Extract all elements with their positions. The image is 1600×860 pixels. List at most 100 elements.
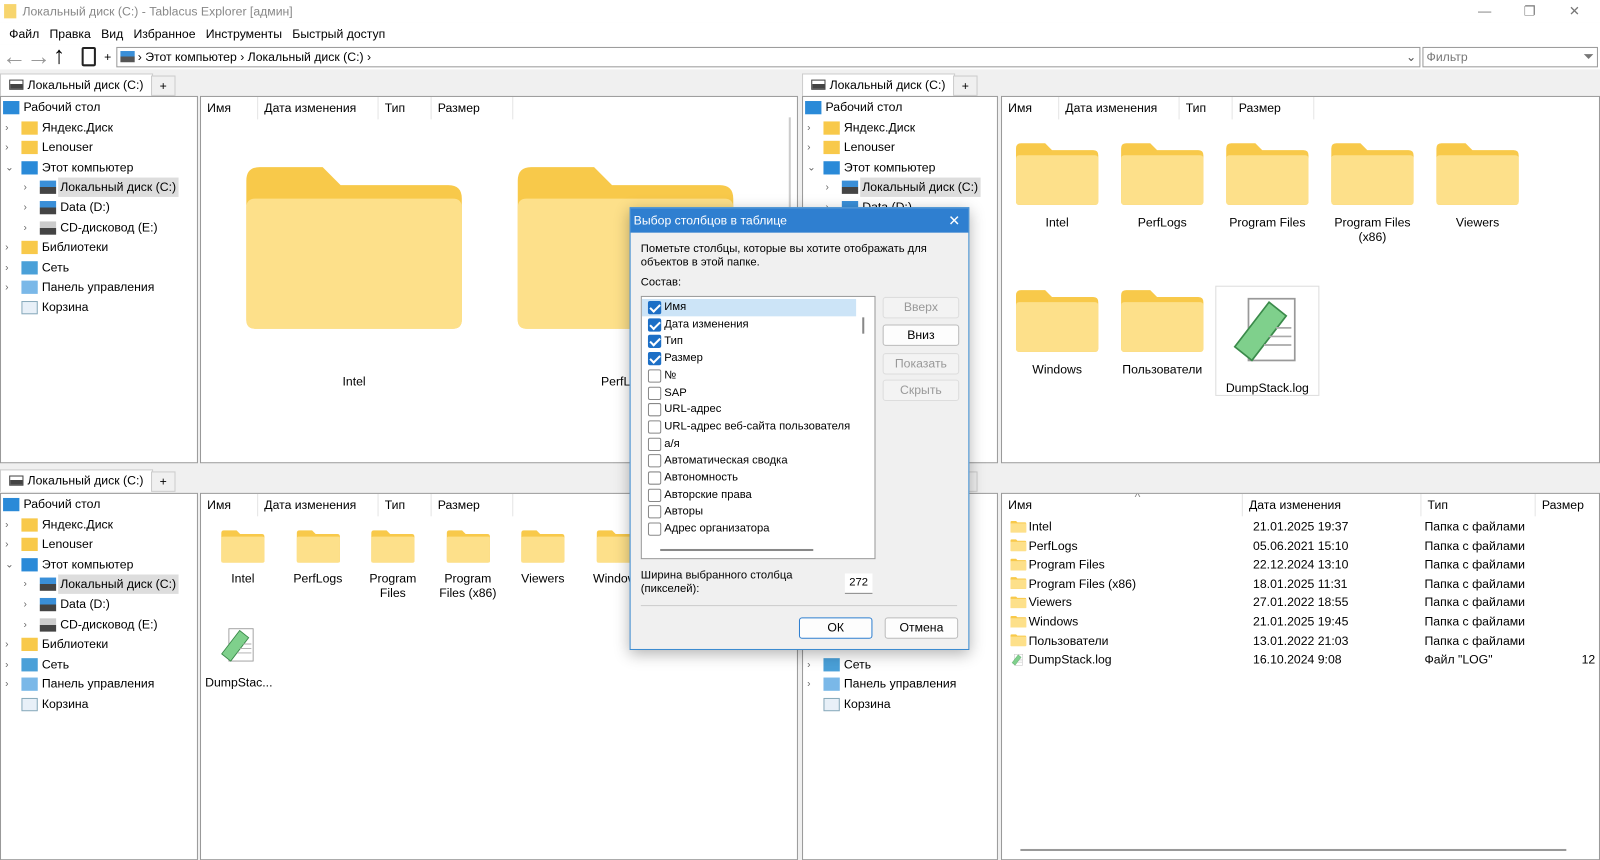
file-item[interactable]: PerfLogs (284, 529, 351, 586)
column-option[interactable]: № (642, 367, 856, 384)
expand-icon[interactable]: › (5, 635, 15, 654)
expand-icon[interactable]: › (5, 655, 15, 674)
expand-icon[interactable]: › (23, 575, 33, 594)
table-row[interactable]: PerfLogs 05.06.2021 15:10 Папка с файлами (1002, 536, 1599, 555)
column-option[interactable]: Тип (642, 333, 856, 350)
file-item[interactable]: DumpStack.log (1215, 285, 1320, 396)
table-row[interactable]: Viewers 27.01.2022 18:55 Папка с файлами (1002, 593, 1599, 612)
checkbox[interactable] (647, 437, 662, 451)
file-item[interactable]: Program Files (x86) (434, 529, 501, 600)
expand-icon[interactable]: › (5, 278, 15, 297)
column-header-3[interactable]: Размер (1233, 96, 1315, 120)
column-header-3[interactable]: Размер (432, 493, 514, 517)
column-header-2[interactable]: Тип (1180, 96, 1233, 120)
ok-button[interactable]: ОК (798, 617, 873, 639)
column-header-3[interactable]: Размер (1536, 494, 1599, 516)
add-button[interactable]: + (104, 50, 111, 64)
up-button[interactable]: ↑ (53, 42, 65, 71)
checkbox[interactable] (647, 471, 662, 485)
folder-tree[interactable]: Рабочий стол › Яндекс.Диск › Lenouser ⌄ Этот к… (0, 492, 198, 860)
file-item[interactable]: Program Files (x86) (1321, 140, 1423, 243)
checkbox[interactable] (647, 352, 662, 366)
column-option[interactable]: Автономность (642, 469, 856, 486)
expand-icon[interactable]: › (5, 675, 15, 694)
file-item[interactable]: Пользователи (1111, 287, 1213, 376)
tab-local-disk-c[interactable]: Локальный диск (C:) (802, 73, 955, 96)
column-header-1[interactable]: Дата изменения (258, 493, 379, 517)
column-header-2[interactable]: Тип (1421, 493, 1536, 517)
forward-button[interactable]: → (27, 43, 51, 72)
checkbox[interactable] (647, 488, 662, 502)
column-header-1[interactable]: Дата изменения (258, 96, 379, 120)
column-option[interactable]: Авторы (642, 503, 856, 520)
table-row[interactable]: Intel 21.01.2025 19:37 Папка с файлами (1002, 517, 1599, 536)
new-tab-button[interactable]: + (151, 75, 176, 96)
width-input[interactable]: 272 (844, 573, 873, 594)
column-header-0[interactable]: Имя (201, 493, 259, 517)
checkbox[interactable] (647, 403, 662, 417)
checkbox[interactable] (647, 318, 662, 332)
horizontal-scrollbar-thumb[interactable] (660, 548, 814, 552)
file-item[interactable]: Intel (209, 529, 276, 586)
file-view[interactable]: Имя Дата изменения Тип Размер Intel PerfLogs P… (1001, 95, 1600, 464)
expand-icon[interactable]: › (807, 118, 817, 137)
menu-item-3[interactable]: Избранное (128, 22, 200, 44)
filter-icon[interactable]: ⏷ (1583, 48, 1594, 66)
file-item[interactable]: Program Files (359, 529, 426, 600)
columns-list[interactable]: Имя Дата изменения Тип Размер № SAP URL-адрес U… (640, 295, 876, 560)
checkbox[interactable] (647, 454, 662, 468)
move-up-button[interactable]: Вверх (882, 296, 960, 319)
vertical-scrollbar-thumb[interactable] (862, 317, 865, 334)
table-row[interactable]: Пользователи 13.01.2022 21:03 Папка с файл… (1002, 631, 1599, 650)
file-item[interactable]: Windows (1006, 287, 1108, 376)
table-row[interactable]: DumpStack.log 16.10.2024 9:08 Файл "LOG" 12… (1002, 650, 1599, 669)
new-tab-button[interactable]: + (151, 471, 176, 492)
checkbox[interactable] (647, 505, 662, 519)
column-header-3[interactable]: Размер (432, 96, 514, 120)
folder-tree[interactable]: Рабочий стол › Яндекс.Диск › Lenouser ⌄ Этот к… (0, 95, 198, 464)
file-item[interactable]: Program Files (1216, 140, 1318, 229)
checkbox[interactable] (647, 369, 662, 383)
move-down-button[interactable]: Вниз (882, 324, 960, 346)
hide-button[interactable]: Скрыть (882, 379, 960, 402)
expand-icon[interactable]: › (23, 198, 33, 217)
expand-icon[interactable]: ⌄ (5, 555, 15, 574)
expand-icon[interactable]: › (5, 515, 15, 534)
file-item[interactable]: PerfLogs (1111, 140, 1213, 229)
column-option[interactable]: Адрес организатора (642, 520, 856, 537)
expand-icon[interactable]: › (5, 138, 15, 157)
details-view[interactable]: Имя Дата изменения Тип Размер ^ Intel 21.01.20… (1001, 492, 1600, 860)
column-header-0[interactable]: Имя (1002, 96, 1060, 120)
column-header-0[interactable]: Имя (1002, 493, 1243, 517)
expand-icon[interactable]: › (23, 615, 33, 634)
expand-icon[interactable]: › (5, 118, 15, 137)
menu-item-5[interactable]: Быстрый доступ (287, 22, 390, 44)
expand-icon[interactable]: › (807, 138, 817, 157)
checkbox[interactable] (647, 522, 662, 536)
horizontal-scrollbar[interactable] (1020, 848, 1567, 852)
column-header-2[interactable]: Тип (379, 96, 432, 120)
new-tab-icon[interactable] (81, 46, 96, 67)
column-option[interactable]: а/я (642, 435, 856, 452)
column-header-1[interactable]: Дата изменения (1059, 96, 1180, 120)
column-header-2[interactable]: Тип (379, 493, 432, 517)
column-option[interactable]: SAP (642, 384, 856, 401)
filter-input[interactable]: Фильтр ⏷ (1422, 46, 1598, 68)
maximize-button[interactable]: ❐ (1506, 0, 1553, 22)
dialog-close-button[interactable]: ✕ (948, 208, 960, 232)
expand-icon[interactable]: › (807, 675, 817, 694)
checkbox[interactable] (647, 420, 662, 434)
menu-item-2[interactable]: Вид (96, 22, 128, 44)
menu-item-4[interactable]: Инструменты (201, 22, 288, 44)
expand-icon[interactable]: › (5, 238, 15, 257)
expand-icon[interactable]: › (23, 595, 33, 614)
file-item[interactable]: Intel (221, 158, 486, 388)
expand-icon[interactable]: › (5, 258, 15, 277)
file-item[interactable]: Viewers (1427, 140, 1529, 229)
column-header-0[interactable]: Имя (201, 96, 259, 120)
table-row[interactable]: Windows 21.01.2025 19:45 Папка с файлами (1002, 612, 1599, 631)
back-button[interactable]: ← (2, 43, 26, 72)
column-option[interactable]: Дата изменения (642, 316, 856, 333)
expand-icon[interactable]: › (23, 178, 33, 197)
cancel-button[interactable]: Отмена (884, 617, 959, 639)
